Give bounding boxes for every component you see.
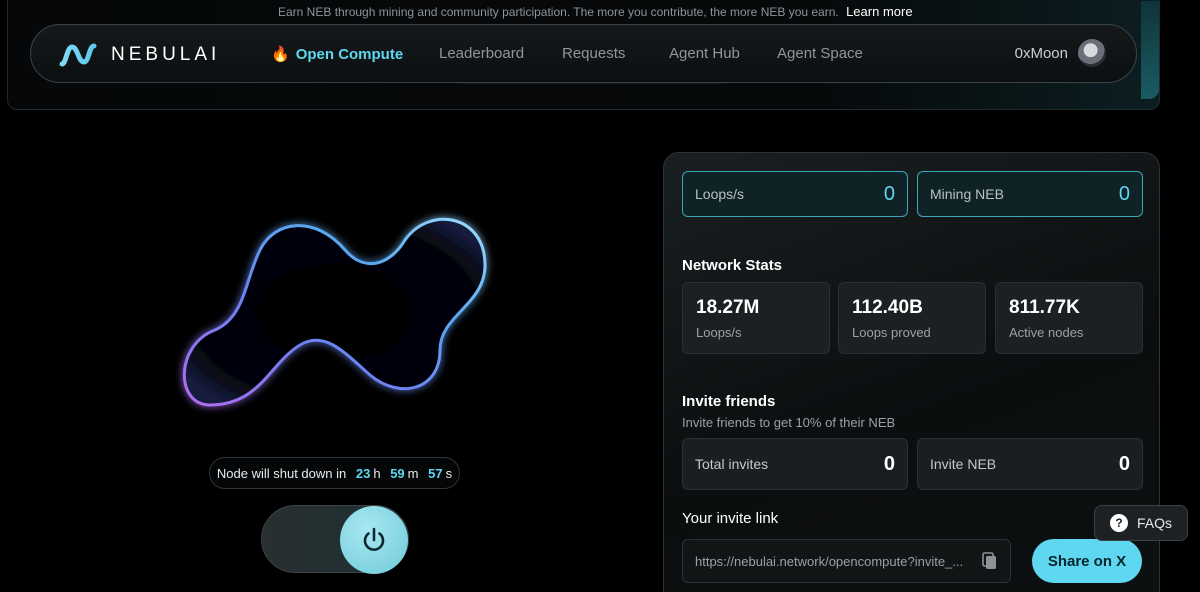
logo-text: NEBULAI — [111, 44, 221, 65]
invite-link-field[interactable]: https://nebulai.network/opencompute?invi… — [682, 539, 1011, 583]
nebulai-logo-icon — [59, 43, 97, 67]
learn-more-link[interactable]: Learn more — [846, 4, 912, 19]
mining-neb-box: Mining NEB 0 — [917, 171, 1143, 217]
faq-button[interactable]: ? FAQs — [1094, 505, 1188, 541]
power-icon — [363, 527, 385, 551]
user-menu[interactable]: 0xMoon — [1015, 39, 1106, 67]
navbar: NEBULAI 🔥 Open Compute Leaderboard Reques… — [30, 24, 1137, 83]
logo[interactable]: NEBULAI — [57, 41, 220, 69]
timer-seconds: 57 — [428, 465, 443, 481]
username: 0xMoon — [1014, 44, 1068, 62]
nav-agent-hub[interactable]: Agent Hub — [669, 45, 740, 62]
banner-edge-glow — [1141, 1, 1159, 99]
stats-panel: Loops/s 0 Mining NEB 0 Network Stats 18.… — [663, 152, 1160, 592]
invite-neb-box: Invite NEB 0 — [917, 438, 1143, 490]
toggle-knob[interactable] — [340, 506, 408, 574]
invite-title: Invite friends — [682, 393, 776, 410]
mining-neb-value: 0 — [1118, 182, 1130, 205]
timer-hours: 23 — [355, 465, 371, 481]
nebulai-hero-graphic — [182, 217, 487, 407]
fire-icon: 🔥 — [271, 46, 290, 63]
network-stat-card: 18.27M Loops/s — [682, 282, 830, 354]
invite-link-text: https://nebulai.network/opencompute?invi… — [695, 553, 964, 569]
network-stat-card: 112.40B Loops proved — [838, 282, 986, 354]
banner-text: Earn NEB through mining and community pa… — [278, 4, 913, 19]
avatar — [1078, 39, 1106, 67]
network-stats-title: Network Stats — [682, 257, 783, 274]
network-stat-card: 811.77K Active nodes — [995, 282, 1143, 354]
share-on-x-button[interactable]: Share on X — [1032, 539, 1142, 583]
question-icon: ? — [1109, 514, 1128, 532]
nav-requests[interactable]: Requests — [562, 45, 625, 62]
mining-loops-box: Loops/s 0 — [682, 171, 908, 217]
total-invites-box: Total invites 0 — [682, 438, 908, 490]
nav-leaderboard[interactable]: Leaderboard — [439, 45, 524, 62]
shutdown-timer: Node will shut down in 23 h 59 m 57 s — [209, 457, 460, 489]
invite-subtitle: Invite friends to get 10% of their NEB — [682, 415, 896, 430]
invite-link-title: Your invite link — [682, 510, 779, 527]
node-power-toggle[interactable] — [261, 505, 409, 574]
timer-minutes: 59 — [390, 465, 405, 481]
nav-agent-space[interactable]: Agent Space — [777, 45, 863, 62]
mining-loops-value: 0 — [883, 182, 895, 205]
nav-open-compute[interactable]: 🔥 Open Compute — [271, 45, 403, 63]
copy-icon[interactable] — [982, 552, 998, 570]
